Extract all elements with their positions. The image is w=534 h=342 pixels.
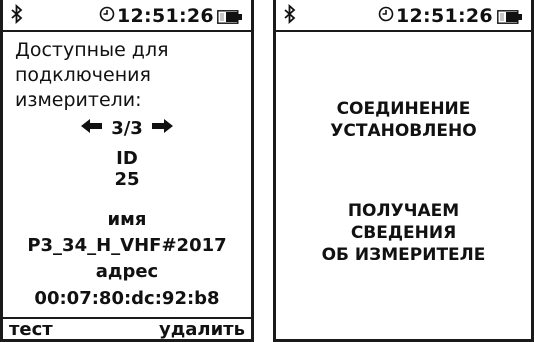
meter-pager: 3/3 [3,118,251,139]
test-softkey[interactable]: тест [9,319,53,340]
address-label: адрес [95,261,159,282]
arrow-left-icon[interactable] [81,118,103,139]
available-meters-heading: Доступные для подключения измерители: [15,38,169,113]
id-label: ID [116,148,138,169]
fetching-info-message: ПОЛУЧАЕМ СВЕДЕНИЯ ОБ ИЗМЕРИТЕЛЕ [276,200,531,266]
connection-established-message: СОЕДИНЕНИЕ УСТАНОВЛЕНО [276,98,531,142]
heading-line: Доступные для [15,39,169,61]
message-line: ПОЛУЧАЕМ [347,201,460,221]
heading-line: подключения [15,64,151,86]
status-bar: 12:51:26 [276,0,531,32]
device-screen-meter-list: 12:51:26 Доступные для подключения измер… [0,0,254,342]
battery-icon [217,9,243,28]
heading-line: измерители: [15,89,142,111]
device-screen-connection-status: 12:51:26 СОЕДИНЕНИЕ УСТАНОВЛЕНО ПОЛУЧАЕМ… [273,0,534,342]
battery-icon [497,9,523,28]
name-value: P3_34_H_VHF#2017 [27,235,227,256]
pager-count: 3/3 [111,118,143,139]
clock-icon [378,5,394,27]
clock: 12:51:26 [378,5,493,27]
bluetooth-icon [11,3,23,28]
id-value: 25 [114,169,140,190]
address-value: 00:07:80:dc:92:b8 [34,288,220,309]
delete-softkey[interactable]: удалить [159,319,245,340]
message-line: ОБ ИЗМЕРИТЕЛЕ [321,245,486,265]
bluetooth-icon [284,3,296,28]
clock-icon [99,5,115,27]
name-label: имя [107,209,147,230]
message-line: УСТАНОВЛЕНО [330,121,477,141]
message-line: СОЕДИНЕНИЕ [336,99,471,119]
clock: 12:51:26 [99,5,214,27]
softkey-bar: тест удалить [3,317,251,339]
arrow-right-icon[interactable] [151,118,173,139]
clock-time: 12:51:26 [117,5,214,27]
clock-time: 12:51:26 [396,5,493,27]
message-line: СВЕДЕНИЯ [350,223,457,243]
status-bar: 12:51:26 [3,0,251,32]
